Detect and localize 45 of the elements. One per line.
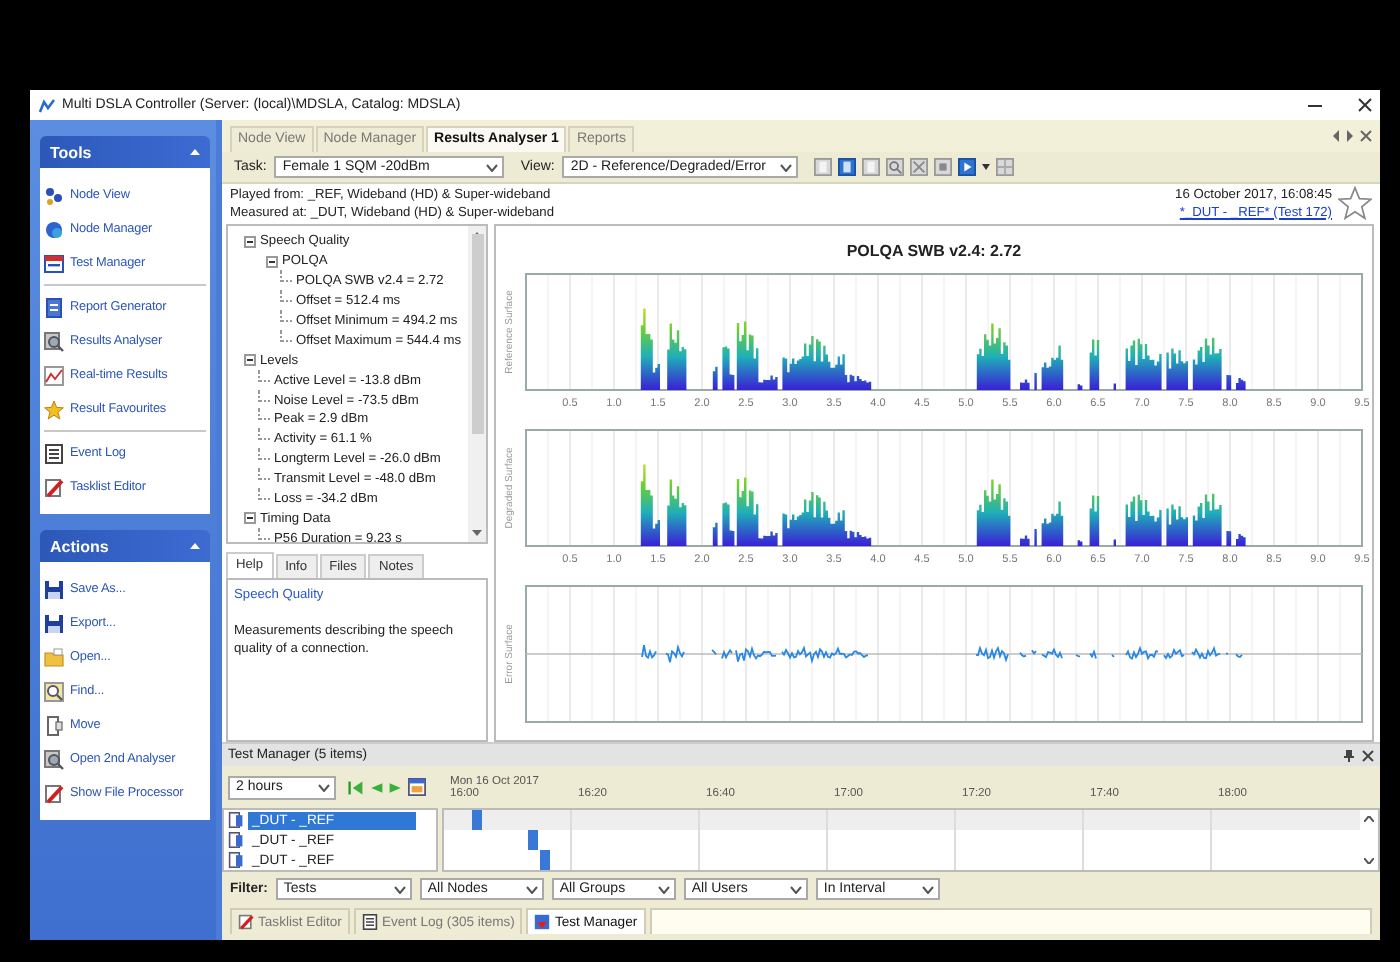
scroll-right-icon[interactable] [1346, 130, 1354, 142]
zoom-icon[interactable] [886, 158, 905, 176]
panel-header[interactable]: Actions [40, 530, 210, 562]
close-icon[interactable] [1358, 98, 1372, 112]
expander-icon[interactable] [244, 235, 256, 248]
caret-icon [486, 163, 499, 171]
list-icon [361, 914, 378, 930]
pin-icon[interactable] [1344, 749, 1354, 761]
caret-icon [657, 885, 670, 893]
scrollbar[interactable] [1360, 810, 1378, 870]
pencil-icon [238, 914, 254, 930]
nodes-icon [44, 185, 64, 205]
magnifier-icon [44, 331, 64, 351]
scroll-up-icon[interactable] [1364, 816, 1374, 822]
caret-icon [393, 885, 406, 893]
star-icon [44, 399, 64, 419]
app-icon [38, 97, 56, 113]
caret-icon[interactable] [982, 164, 991, 170]
close-icon[interactable] [1362, 749, 1374, 761]
fit-icon[interactable] [910, 158, 929, 176]
globe-icon [44, 219, 64, 239]
calendar-icon[interactable] [408, 778, 426, 796]
caret-icon [525, 885, 538, 893]
collapse-icon[interactable] [190, 542, 200, 550]
magnifier-icon [44, 749, 64, 769]
expander-icon[interactable] [244, 512, 256, 525]
scroll-down-icon[interactable] [1364, 858, 1374, 864]
caret-icon [789, 885, 802, 893]
test-manager-icon [534, 914, 551, 930]
expander-icon[interactable] [244, 354, 256, 367]
play-icon[interactable] [958, 158, 977, 176]
first-arrow-icon[interactable] [348, 779, 364, 795]
chart-title: POLQA SWB v2.4: 2.72 [846, 240, 1022, 264]
favourite-star-icon[interactable] [1338, 186, 1372, 220]
test-run-marker [472, 810, 482, 830]
caret-icon [780, 163, 793, 171]
scroll-down-icon[interactable] [472, 530, 482, 536]
caret-icon [318, 783, 330, 791]
collapse-icon[interactable] [190, 148, 200, 156]
scrollbar[interactable] [468, 226, 486, 542]
caret-icon [921, 885, 934, 893]
expander-icon[interactable] [266, 255, 278, 268]
scroll-left-icon[interactable] [1332, 130, 1340, 142]
panel-header[interactable]: Tools [40, 136, 210, 168]
test-icon [228, 832, 244, 848]
